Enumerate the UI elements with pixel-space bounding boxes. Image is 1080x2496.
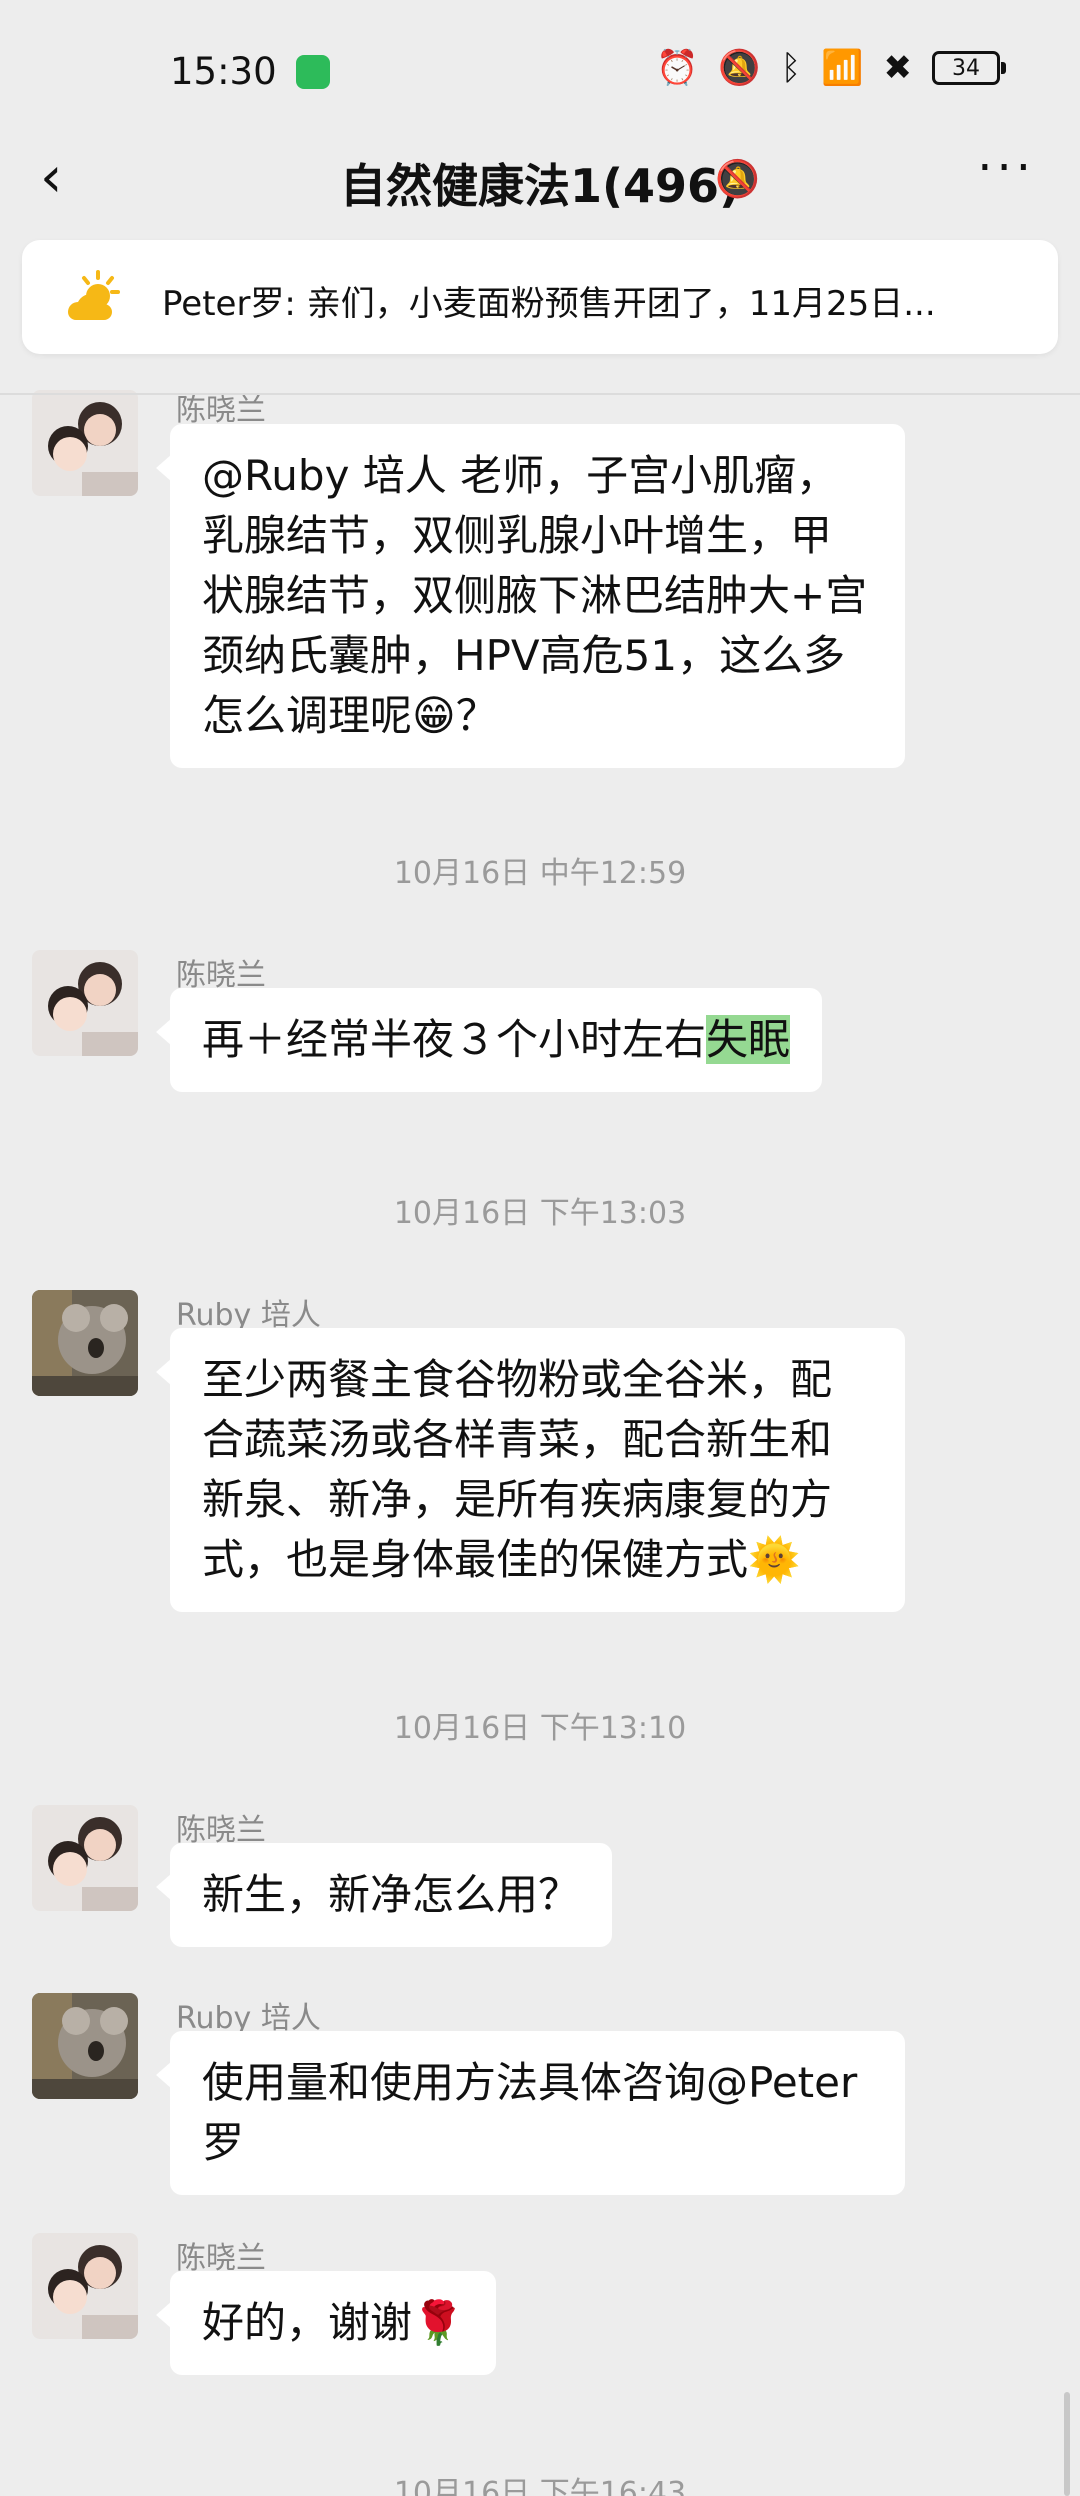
avatar[interactable] [32,1805,138,1911]
bell-off-icon: 🔕 [718,48,761,88]
message-bubble[interactable]: 好的，谢谢🌹 [155,2271,497,2375]
timestamp: 10月16日 下午16:43 [393,2476,687,2496]
message-bubble[interactable]: 使用量和使用方法具体咨询@Peter罗 [156,2031,905,2195]
avatar[interactable] [32,390,138,496]
more-icon[interactable]: ··· [977,140,1035,196]
chat-title: 自然健康法1(496) [339,159,741,213]
sun-cloud-icon [68,270,120,320]
pinned-announcement[interactable]: Peter罗: 亲们，小麦面粉预售开团了，11月25日... [22,240,1058,354]
avatar[interactable] [32,2233,138,2339]
message-text: 再＋经常半夜３个小时左右 [202,1015,707,1064]
header-divider [0,393,1080,395]
battery-level: 34 [952,55,980,81]
sim-x-icon: ✖ [883,48,913,88]
message-bubble[interactable]: 新生，新净怎么用？ [155,1843,613,1947]
message-bubble[interactable]: 再＋经常半夜３个小时左右失眠 [155,988,823,1092]
sender-name: 陈晓兰 [176,393,266,428]
timestamp: 10月16日 中午12:59 [393,856,687,891]
avatar-image [32,2233,138,2339]
timestamp: 10月16日 下午13:10 [393,1711,687,1746]
avatar[interactable] [32,950,138,1056]
avatar-image [32,1290,138,1396]
avatar-image [32,390,138,496]
status-icons: ⏰ 🔕 ᛒ 📶 ✖ 34 [656,48,1006,88]
alarm-icon: ⏰ [656,48,699,88]
avatar-image [32,950,138,1056]
avatar-image [32,1805,138,1911]
wifi-icon: 📶 [821,48,864,88]
app-notification-icon [296,55,330,89]
avatar-image [32,1993,138,2099]
battery-icon: 34 [932,51,1006,85]
status-bar: 15:30 ⏰ 🔕 ᛒ 📶 ✖ 34 [0,0,1080,145]
chat-header: ‹ 自然健康法1(496) 🔕 ··· [0,130,1080,240]
highlighted-text: 失眠 [706,1015,791,1064]
bluetooth-icon: ᛒ [780,48,802,88]
scrollbar[interactable] [1064,2392,1070,2496]
message-bubble[interactable]: @Ruby 培人 老师，子宫小肌瘤，乳腺结节，双侧乳腺小叶增生，甲状腺结节，双侧… [156,424,905,768]
message-bubble[interactable]: 至少两餐主食谷物粉或全谷米，配合蔬菜汤或各样青菜，配合新生和新泉、新净，是所有疾… [156,1328,905,1612]
pinned-text: Peter罗: 亲们，小麦面粉预售开团了，11月25日... [162,284,936,324]
mute-icon: 🔕 [715,159,760,200]
status-time: 15:30 [170,50,277,93]
avatar[interactable] [32,1290,138,1396]
avatar[interactable] [32,1993,138,2099]
timestamp: 10月16日 下午13:03 [393,1196,687,1231]
message-list[interactable]: 陈晓兰 @Ruby 培人 老师，子宫小肌瘤，乳腺结节，双侧乳腺小叶增生，甲状腺结… [0,360,1080,2496]
